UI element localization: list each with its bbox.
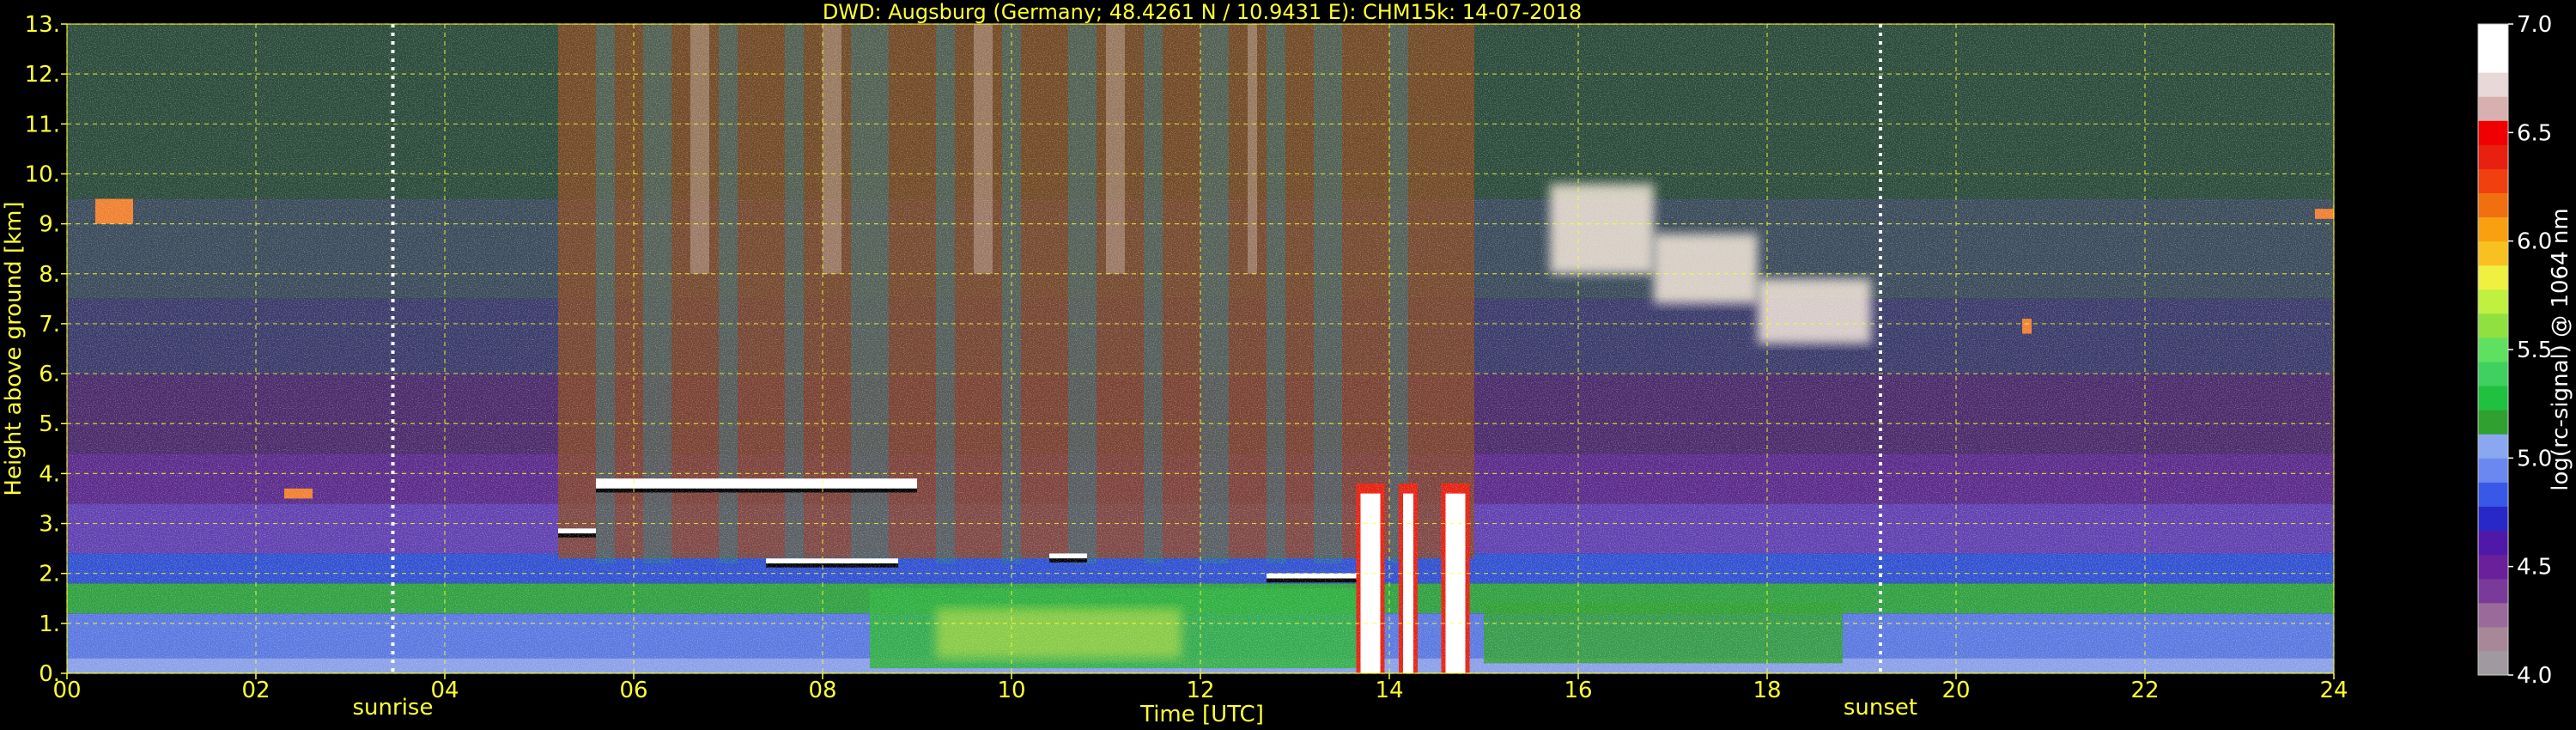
colorbar-segment [2478, 120, 2508, 145]
x-tick-label: 10 [997, 678, 1025, 703]
colorbar-segment [2478, 48, 2508, 73]
annotation-labels: sunrise sunset [353, 695, 1918, 721]
y-tick-label: 1. [39, 611, 60, 637]
x-tick-label: 16 [1564, 678, 1592, 703]
colorbar-tick-label: 6.5 [2517, 120, 2552, 146]
colorbar-tick-label: 4.5 [2517, 555, 2552, 581]
colorbar-segment [2478, 554, 2508, 580]
colorbar-segment [2478, 192, 2508, 218]
colorbar-segment [2478, 96, 2508, 121]
ceilometer-chart: 00 02 04 06 08 10 12 14 16 18 20 22 24 0.1.2.3.4.5.6… [1, 0, 2573, 727]
chart-title: DWD: Augsburg (Germany; 48.4261 N / 10.9… [823, 0, 1582, 24]
x-tick-label: 08 [808, 678, 836, 703]
x-tick-label: 02 [241, 678, 270, 703]
colorbar-segment [2478, 410, 2508, 435]
colorbar-tick-label: 4.0 [2517, 663, 2552, 689]
colorbar-segment [2478, 216, 2508, 242]
colorbar-segment [2478, 144, 2508, 169]
x-tick-label: 04 [430, 678, 459, 703]
y-tick-label: 5. [39, 411, 60, 437]
x-tick-label: 06 [619, 678, 647, 703]
colorbar-segment [2478, 313, 2508, 338]
colorbar-segment [2478, 482, 2508, 507]
y-tick-label: 10. [25, 161, 60, 187]
y-tick-label: 3. [39, 512, 60, 538]
colorbar-label: log(rc-signal) @ 1064 nm [2548, 208, 2573, 490]
y-tick-label: 13. [25, 12, 60, 38]
colorbar-segment [2478, 458, 2508, 483]
y-tick-label: 7. [39, 312, 60, 338]
y-axis-label: Height above ground [km] [1, 201, 27, 496]
x-tick-label: 18 [1753, 678, 1781, 703]
x-tick-label: 24 [2319, 678, 2348, 703]
colorbar-segment [2478, 240, 2508, 266]
x-tick-label: 20 [1941, 678, 1970, 703]
y-tick-label: 12. [25, 62, 60, 88]
colorbar: 4.04.55.05.56.06.57.0log(rc-signal) @ 10… [2477, 12, 2573, 689]
y-tick-label: 8. [39, 262, 60, 288]
colorbar-segment [2478, 265, 2508, 290]
colorbar-segment [2478, 602, 2508, 628]
colorbar-segment [2478, 24, 2508, 49]
x-tick-label: 14 [1375, 678, 1403, 703]
colorbar-segment [2478, 506, 2508, 532]
sunset-label: sunset [1844, 695, 1917, 721]
colorbar-segment [2478, 72, 2508, 97]
colorbar-segment [2478, 289, 2508, 314]
colorbar-segment [2478, 578, 2508, 604]
y-tick-label: 11. [25, 112, 60, 137]
sunrise-label: sunrise [353, 695, 434, 721]
y-axis-ticks: 0. 1. 2. 3. 4. 5. 6. 7. 8. 9. 10. 11. 12. 13. [25, 12, 67, 687]
colorbar-segment [2478, 168, 2508, 194]
colorbar-tick-label: 7.0 [2517, 12, 2552, 38]
y-tick-label: 9. [39, 212, 60, 238]
colorbar-segment [2478, 650, 2508, 676]
x-tick-label: 22 [2130, 678, 2159, 703]
colorbar-segment [2478, 362, 2508, 386]
colorbar-segment [2478, 434, 2508, 459]
y-tick-label: 2. [39, 562, 60, 587]
y-tick-label: 4. [39, 461, 60, 487]
x-tick-label: 12 [1186, 678, 1214, 703]
y-tick-label: 6. [39, 362, 60, 387]
y-tick-label: 0. [39, 661, 60, 687]
colorbar-segment [2478, 626, 2508, 652]
colorbar-segment [2478, 530, 2508, 556]
x-axis-label: Time [UTC] [1139, 702, 1264, 727]
colorbar-segment [2478, 386, 2508, 411]
colorbar-segment [2478, 337, 2508, 362]
